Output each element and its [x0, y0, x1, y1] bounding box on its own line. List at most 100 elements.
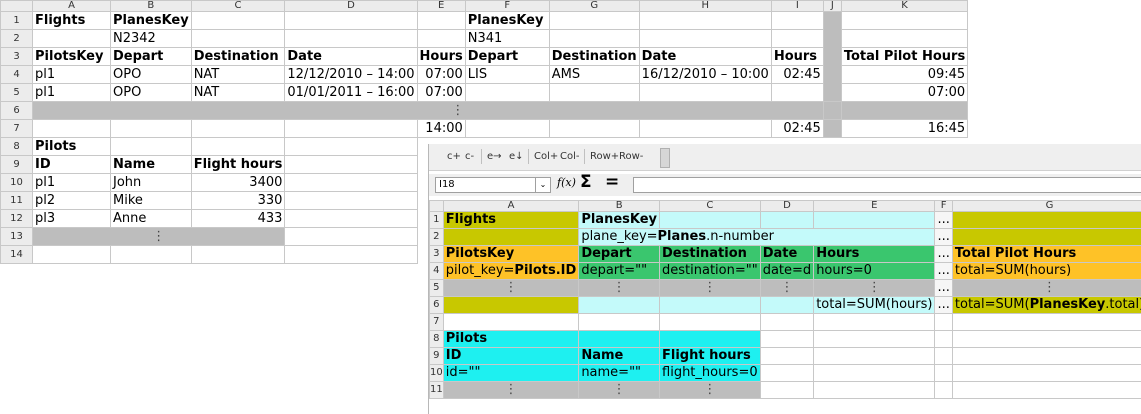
row-header[interactable]: 14: [0, 245, 33, 264]
cell-plus-button[interactable]: c+: [447, 151, 461, 162]
cell[interactable]: [638, 29, 772, 48]
cell[interactable]: 07:00: [840, 83, 969, 102]
cell[interactable]: [934, 364, 953, 382]
cell[interactable]: [190, 11, 286, 30]
cell[interactable]: [190, 29, 286, 48]
cell-header[interactable]: Flight hours: [659, 347, 761, 365]
sum-icon[interactable]: Σ: [580, 172, 592, 192]
row-minus-button[interactable]: Row-: [619, 151, 643, 162]
name-box-dropdown-icon[interactable]: ⌄: [535, 177, 551, 193]
ellipsis-cell[interactable]: ...: [934, 211, 953, 229]
cell[interactable]: [770, 83, 824, 102]
cell[interactable]: pl1: [32, 173, 111, 192]
cell-header[interactable]: Name: [110, 155, 192, 174]
cell[interactable]: [770, 29, 824, 48]
cell-header[interactable]: PilotsKey: [32, 47, 111, 66]
cell[interactable]: [416, 29, 466, 48]
cell[interactable]: 01/01/2011 – 16:00: [284, 83, 418, 102]
cell[interactable]: OPO: [110, 65, 192, 84]
cell[interactable]: [578, 330, 661, 348]
row-header[interactable]: 6: [429, 296, 444, 314]
cell[interactable]: 07:00: [416, 83, 466, 102]
cell[interactable]: [934, 330, 953, 348]
cell[interactable]: [442, 313, 580, 331]
cell[interactable]: [770, 11, 824, 30]
row-header[interactable]: 13: [0, 227, 33, 246]
column-header[interactable]: D: [284, 0, 418, 12]
cell[interactable]: pl3: [32, 209, 111, 228]
cell[interactable]: [759, 347, 815, 365]
corner-cell[interactable]: [0, 0, 33, 12]
corner-cell[interactable]: [429, 200, 444, 212]
cell-header[interactable]: ID: [32, 155, 111, 174]
cell[interactable]: [951, 330, 1141, 348]
cell[interactable]: 14:00: [416, 119, 466, 138]
cell-header[interactable]: Depart: [464, 47, 550, 66]
cell[interactable]: 07:00: [416, 65, 466, 84]
formula-icon[interactable]: =: [605, 172, 619, 192]
cell[interactable]: [548, 29, 640, 48]
cell[interactable]: [190, 245, 286, 264]
cell-total-formula[interactable]: total=SUM(PlanesKey.total): [951, 296, 1141, 314]
cell[interactable]: [934, 313, 953, 331]
cell[interactable]: hours=0: [813, 262, 936, 280]
cell-flights-title[interactable]: Flights: [32, 11, 111, 30]
row-plus-button[interactable]: Row+: [590, 151, 619, 162]
cell[interactable]: [284, 11, 418, 30]
cell[interactable]: [32, 119, 111, 138]
cell[interactable]: 16:45: [840, 119, 969, 138]
cell[interactable]: [759, 381, 815, 399]
ellipsis-cell[interactable]: ...: [934, 228, 953, 246]
cell[interactable]: 3400: [190, 173, 286, 192]
ellipsis-cell[interactable]: ...: [934, 296, 953, 314]
cell[interactable]: date=d: [759, 262, 815, 280]
cell[interactable]: [759, 211, 815, 229]
cell-header[interactable]: Total Pilot Hours: [840, 47, 969, 66]
cell[interactable]: pl2: [32, 191, 111, 210]
ellipsis-cell[interactable]: ...: [934, 279, 953, 297]
cell[interactable]: [284, 227, 418, 246]
cell-header[interactable]: Destination: [659, 245, 761, 263]
cell-header[interactable]: Hours: [416, 47, 466, 66]
cell[interactable]: [110, 245, 192, 264]
cell[interactable]: NAT: [190, 65, 286, 84]
row-header[interactable]: 9: [429, 347, 444, 365]
cell[interactable]: [284, 137, 418, 156]
column-header[interactable]: H: [638, 0, 772, 12]
cell[interactable]: [638, 83, 772, 102]
cell[interactable]: [284, 191, 418, 210]
cell[interactable]: [934, 347, 953, 365]
cell-header[interactable]: Date: [638, 47, 772, 66]
ellipsis-cell[interactable]: ...: [934, 245, 953, 263]
column-minus-button[interactable]: Col-: [560, 151, 580, 162]
column-header[interactable]: J: [822, 0, 842, 12]
cell-header[interactable]: Hours: [813, 245, 936, 263]
cell-header[interactable]: Flight hours: [190, 155, 286, 174]
cell-planeskey[interactable]: PlanesKey: [464, 11, 550, 30]
row-header[interactable]: 9: [0, 155, 33, 174]
cell[interactable]: [659, 296, 761, 314]
cell[interactable]: 12/12/2010 – 14:00: [284, 65, 418, 84]
cell[interactable]: [951, 313, 1141, 331]
cell[interactable]: name="": [578, 364, 661, 382]
column-header[interactable]: K: [840, 0, 969, 12]
cell[interactable]: [840, 29, 969, 48]
cell[interactable]: [548, 11, 640, 30]
row-header[interactable]: 7: [0, 119, 33, 138]
toolbar-overflow-handle[interactable]: [660, 148, 670, 168]
cell[interactable]: [659, 330, 761, 348]
row-header[interactable]: 11: [0, 191, 33, 210]
column-plus-button[interactable]: Col+: [534, 151, 558, 162]
cell[interactable]: [578, 296, 661, 314]
cell[interactable]: 16/12/2010 – 10:00: [638, 65, 772, 84]
cell-header[interactable]: Date: [759, 245, 815, 263]
cell-header[interactable]: Total Pilot Hours: [951, 245, 1141, 263]
cell[interactable]: 02:45: [770, 65, 824, 84]
column-header[interactable]: E: [813, 200, 936, 212]
column-header[interactable]: G: [951, 200, 1141, 212]
row-header[interactable]: 2: [0, 29, 33, 48]
column-header[interactable]: F: [934, 200, 953, 212]
cell-minus-button[interactable]: c-: [465, 151, 474, 162]
cell[interactable]: [416, 11, 466, 30]
cell[interactable]: John: [110, 173, 192, 192]
